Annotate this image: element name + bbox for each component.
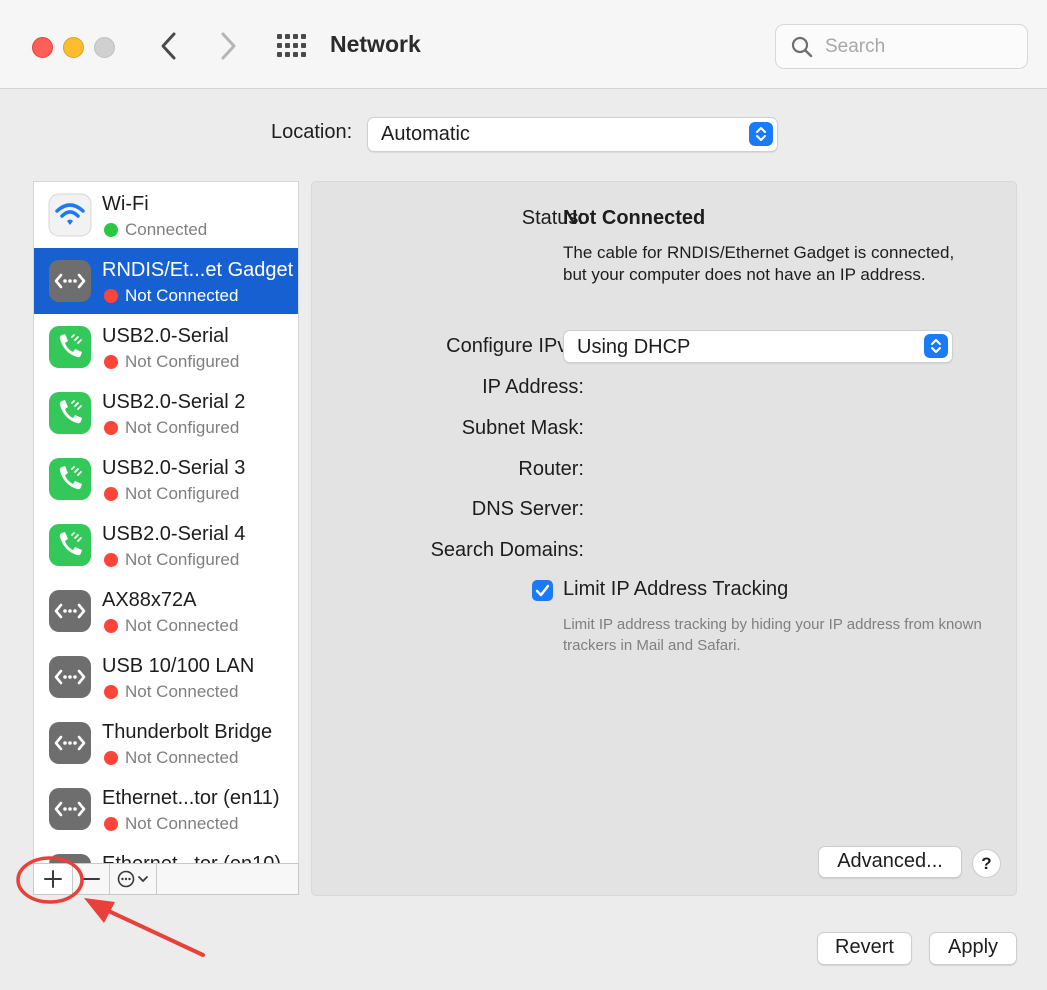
popup-stepper-icon (749, 122, 773, 146)
close-window-button[interactable] (32, 37, 53, 58)
service-status: Connected (125, 220, 208, 239)
status-dot-icon (104, 817, 118, 831)
wifi-icon (48, 193, 92, 237)
ethernet-icon (48, 721, 92, 765)
phone-modem-icon (48, 523, 92, 567)
forward-button[interactable] (213, 28, 243, 64)
service-list-item[interactable]: USB2.0-Serial 3 Not Configured (34, 446, 298, 512)
status-dot-icon (104, 289, 118, 303)
ethernet-icon (48, 589, 92, 633)
status-dot-icon (104, 487, 118, 501)
status-dot-icon (104, 421, 118, 435)
configure-ipv4-value: Using DHCP (577, 336, 691, 358)
service-status: Not Connected (125, 616, 239, 635)
status-dot-icon (104, 685, 118, 699)
service-list-item[interactable]: Ethernet...tor (en11) Not Connected (34, 776, 298, 842)
service-status: Not Connected (125, 748, 239, 767)
service-list-item[interactable]: RNDIS/Et...et Gadget Not Connected (34, 248, 298, 314)
checkmark-icon (535, 584, 550, 597)
location-label: Location: (271, 121, 353, 143)
apply-button[interactable]: Apply (929, 932, 1017, 965)
service-list-item[interactable]: AX88x72A Not Connected (34, 578, 298, 644)
service-list-item[interactable]: USB2.0-Serial 2 Not Configured (34, 380, 298, 446)
configure-ipv4-popup[interactable]: Using DHCP (563, 330, 953, 363)
service-name: USB2.0-Serial 2 (102, 391, 246, 413)
status-dot-icon (104, 223, 118, 237)
status-dot-icon (104, 355, 118, 369)
service-name: Thunderbolt Bridge (102, 721, 273, 743)
minus-icon (82, 878, 100, 880)
search-domains-label: Search Domains: (430, 539, 584, 561)
dns-server-label: DNS Server: (471, 498, 584, 520)
search-input[interactable] (823, 33, 1017, 61)
ethernet-icon (48, 787, 92, 831)
service-list-item[interactable]: Thunderbolt Bridge Not Connected (34, 710, 298, 776)
subnet-mask-label: Subnet Mask: (461, 417, 584, 439)
service-list-item[interactable]: USB2.0-Serial 4 Not Configured (34, 512, 298, 578)
add-service-button[interactable] (34, 864, 73, 894)
popup-stepper-icon (924, 334, 948, 358)
location-popup[interactable]: Automatic (367, 117, 778, 152)
service-name: AX88x72A (102, 589, 197, 611)
ethernet-icon (48, 259, 92, 303)
chevron-right-icon (221, 32, 236, 60)
action-menu-button[interactable] (110, 864, 157, 894)
chevron-left-icon (161, 32, 176, 60)
help-button[interactable]: ? (972, 849, 1001, 878)
status-dot-icon (104, 619, 118, 633)
ellipsis-circle-icon (117, 870, 148, 888)
back-button[interactable] (154, 28, 184, 64)
service-status: Not Configured (125, 352, 240, 371)
service-list-item[interactable]: Wi-Fi Connected (34, 182, 298, 248)
status-description: The cable for RNDIS/Ethernet Gadget is c… (563, 243, 955, 284)
phone-modem-icon (48, 457, 92, 501)
router-label: Router: (518, 458, 584, 480)
window-title: Network (330, 31, 421, 57)
title-bar: Network (0, 0, 1047, 89)
revert-button[interactable]: Revert (817, 932, 912, 965)
limit-tracking-description: Limit IP address tracking by hiding your… (563, 616, 982, 654)
service-status: Not Connected (125, 682, 239, 701)
limit-tracking-label[interactable]: Limit IP Address Tracking (563, 578, 788, 601)
status-value: Not Connected (563, 207, 706, 229)
service-name: USB 10/100 LAN (102, 655, 255, 677)
service-list[interactable]: Wi-Fi Connected RNDIS/Et...et Gadget Not Co… (33, 181, 299, 865)
status-dot-icon (104, 751, 118, 765)
service-status: Not Configured (125, 418, 240, 437)
advanced-button[interactable]: Advanced... (818, 846, 962, 878)
location-value: Automatic (381, 123, 470, 145)
ethernet-icon (48, 655, 92, 699)
limit-tracking-checkbox[interactable] (532, 580, 553, 601)
service-list-toolbar (33, 863, 299, 895)
service-name: Ethernet...tor (en11) (102, 787, 280, 809)
phone-modem-icon (48, 391, 92, 435)
service-name: USB2.0-Serial 4 (102, 523, 246, 545)
service-name: RNDIS/Et...et Gadget (102, 259, 294, 281)
phone-modem-icon (48, 325, 92, 369)
plus-icon (44, 870, 62, 888)
service-status: Not Configured (125, 550, 240, 569)
service-name: USB2.0-Serial 3 (102, 457, 246, 479)
minimize-window-button[interactable] (63, 37, 84, 58)
service-name: Wi-Fi (102, 193, 149, 215)
ip-address-label: IP Address: (482, 376, 584, 398)
remove-service-button[interactable] (73, 864, 110, 894)
service-list-item[interactable]: USB 10/100 LAN Not Connected (34, 644, 298, 710)
zoom-window-button[interactable] (94, 37, 115, 58)
service-list-item[interactable]: Ethernet...tor (en10) (34, 842, 298, 864)
status-dot-icon (104, 553, 118, 567)
search-icon (791, 36, 813, 58)
detail-panel (311, 181, 1017, 896)
service-status: Not Configured (125, 484, 240, 503)
search-box[interactable] (775, 24, 1028, 69)
show-all-grid-icon[interactable] (276, 33, 306, 59)
service-name: USB2.0-Serial (102, 325, 229, 347)
service-status: Not Connected (125, 286, 239, 305)
service-list-item[interactable]: USB2.0-Serial Not Configured (34, 314, 298, 380)
service-status: Not Connected (125, 814, 239, 833)
